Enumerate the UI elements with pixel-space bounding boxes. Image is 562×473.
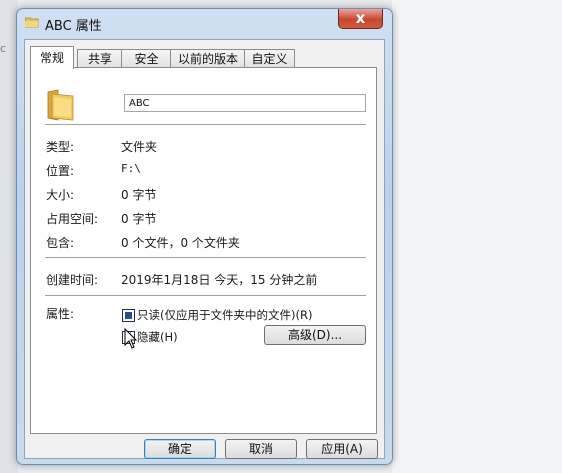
location-value: F:\	[121, 162, 141, 175]
folder-icon	[47, 89, 74, 121]
close-button[interactable]: x	[338, 9, 383, 29]
title-bar[interactable]: ABC 属性 x	[17, 9, 392, 37]
separator	[45, 257, 366, 258]
type-value: 文件夹	[121, 140, 158, 154]
tab-sharing[interactable]: 共享	[77, 49, 123, 68]
apply-button[interactable]: 应用(A)	[306, 439, 378, 459]
size-label: 大小:	[46, 188, 75, 202]
ok-button[interactable]: 确定	[144, 439, 216, 459]
type-label: 类型:	[46, 140, 75, 154]
properties-window: ABC 属性 x 常规 共享 安全 以前的版本 自定义 类型: 文件夹 位置: …	[16, 8, 393, 465]
readonly-label[interactable]: 只读(仅应用于文件夹中的文件)(R)	[137, 307, 312, 323]
separator	[45, 124, 366, 125]
hidden-label[interactable]: 隐藏(H)	[137, 329, 178, 345]
size-value: 0 字节	[121, 188, 157, 202]
cancel-button[interactable]: 取消	[225, 439, 297, 459]
indeterminate-fill	[125, 312, 132, 319]
separator	[45, 295, 366, 296]
window-title: ABC 属性	[45, 19, 102, 34]
close-icon: x	[355, 9, 366, 27]
contains-value: 0 个文件，0 个文件夹	[121, 236, 240, 250]
readonly-checkbox[interactable]	[122, 309, 135, 322]
folder-icon	[25, 17, 39, 28]
contains-label: 包含:	[46, 236, 75, 250]
created-label: 创建时间:	[46, 273, 99, 287]
created-value: 2019年1月18日 今天，15 分钟之前	[121, 273, 318, 287]
mouse-pointer-icon	[124, 328, 138, 349]
advanced-button[interactable]: 高级(D)...	[264, 325, 366, 345]
general-tab-panel: 类型: 文件夹 位置: F:\ 大小: 0 字节 占用空间: 0 字节 包含: …	[30, 67, 377, 434]
size-on-disk-label: 占用空间:	[46, 212, 99, 226]
dialog-client-area: 常规 共享 安全 以前的版本 自定义 类型: 文件夹 位置: F:\ 大小: 0…	[24, 39, 385, 459]
location-label: 位置:	[46, 164, 75, 178]
desktop-background	[392, 0, 562, 473]
tab-general[interactable]: 常规	[30, 46, 74, 69]
tab-previous-versions[interactable]: 以前的版本	[170, 49, 246, 68]
attributes-label: 属性:	[46, 307, 75, 321]
tab-security[interactable]: 安全	[121, 49, 172, 68]
folder-name-field[interactable]	[124, 94, 366, 112]
tab-customize[interactable]: 自定义	[244, 49, 295, 68]
background-fragment: c	[0, 42, 7, 55]
size-on-disk-value: 0 字节	[121, 212, 157, 226]
